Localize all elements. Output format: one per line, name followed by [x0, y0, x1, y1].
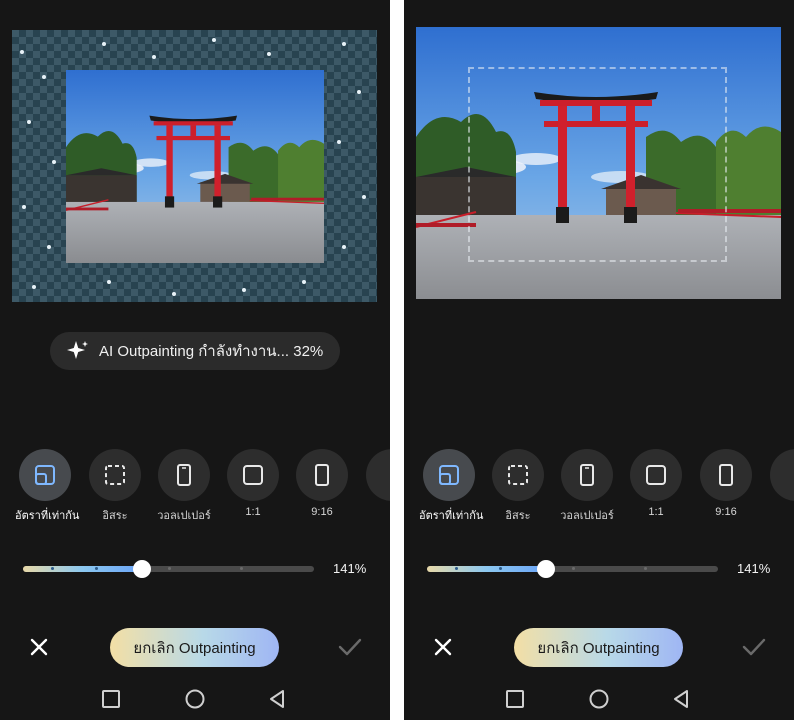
- check-icon[interactable]: [742, 637, 766, 657]
- ratio-option-1-1[interactable]: 1:1: [626, 449, 686, 518]
- ratio-option-9-16[interactable]: 9:16: [292, 449, 352, 518]
- home-circle-icon[interactable]: [184, 688, 206, 710]
- ratio-option-free[interactable]: อิสระ: [85, 449, 145, 524]
- ratio-label: วอลเปเปอร์: [157, 510, 211, 522]
- progress-pill: AI Outpainting กำลังทำงาน... 32%: [50, 332, 340, 370]
- slider-tick: [240, 567, 243, 570]
- ratio-label: 1:1: [245, 506, 261, 518]
- canvas-preview: [12, 30, 377, 302]
- close-icon[interactable]: [28, 636, 50, 658]
- zoom-slider[interactable]: [427, 560, 718, 578]
- outpainting-result-screen: อัตราที่เท่ากัน อิสระ วอลเปเปอร์ 1:1 9:1…: [404, 0, 794, 720]
- ratio-label: อัตราที่เท่ากัน: [419, 510, 484, 522]
- slider-tick: [499, 567, 502, 570]
- ratio-label: 1:1: [648, 506, 664, 518]
- cancel-outpainting-button[interactable]: ยกเลิก Outpainting: [110, 628, 279, 667]
- ratio-label: 9:16: [715, 506, 737, 518]
- slider-fill: [23, 566, 143, 572]
- square-icon: [243, 465, 263, 485]
- same-ratio-icon: [35, 465, 55, 485]
- progress-text: AI Outpainting กำลังทำงาน... 32%: [99, 343, 324, 360]
- ratio-option-wallpaper[interactable]: วอลเปเปอร์: [557, 449, 617, 524]
- cancel-outpainting-button[interactable]: ยกเลิก Outpainting: [514, 628, 683, 667]
- close-icon[interactable]: [432, 636, 454, 658]
- slider-fill: [427, 566, 547, 572]
- phone-wallpaper-icon: [177, 464, 191, 486]
- phone-wallpaper-icon: [580, 464, 594, 486]
- ratio-option-more[interactable]: [770, 449, 794, 501]
- slider-tick: [51, 567, 54, 570]
- ratio-option-same[interactable]: อัตราที่เท่ากัน: [15, 449, 80, 524]
- slider-tick: [644, 567, 647, 570]
- canvas-preview: [416, 27, 781, 299]
- ratio-option-more[interactable]: [366, 449, 390, 501]
- ratio-option-9-16[interactable]: 9:16: [696, 449, 756, 518]
- slider-tick: [572, 567, 575, 570]
- portrait-rect-icon: [719, 464, 733, 486]
- slider-tick: [168, 567, 171, 570]
- back-triangle-icon[interactable]: [670, 688, 692, 710]
- original-frame-guide: [468, 67, 727, 262]
- zoom-slider[interactable]: [23, 560, 314, 578]
- original-photo: [66, 70, 324, 263]
- outpainting-progress-screen: AI Outpainting กำลังทำงาน... 32% อัตราที…: [0, 0, 390, 720]
- recents-square-icon[interactable]: [504, 688, 526, 710]
- square-icon: [646, 465, 666, 485]
- ratio-label: อัตราที่เท่ากัน: [15, 510, 80, 522]
- slider-handle[interactable]: [537, 560, 556, 578]
- ratio-label: 9:16: [311, 506, 333, 518]
- home-circle-icon[interactable]: [588, 688, 610, 710]
- ratio-option-wallpaper[interactable]: วอลเปเปอร์: [154, 449, 214, 524]
- slider-handle[interactable]: [133, 560, 152, 578]
- ratio-option-free[interactable]: อิสระ: [488, 449, 548, 524]
- same-ratio-icon: [439, 465, 459, 485]
- free-crop-icon: [508, 465, 528, 485]
- ratio-option-1-1[interactable]: 1:1: [223, 449, 283, 518]
- check-icon[interactable]: [338, 637, 362, 657]
- free-crop-icon: [105, 465, 125, 485]
- slider-tick: [95, 567, 98, 570]
- ratio-label: อิสระ: [505, 510, 531, 522]
- ratio-label: อิสระ: [102, 510, 128, 522]
- recents-square-icon[interactable]: [100, 688, 122, 710]
- ai-sparkle-icon: [67, 341, 88, 359]
- portrait-rect-icon: [315, 464, 329, 486]
- back-triangle-icon[interactable]: [266, 688, 288, 710]
- zoom-value: 141%: [737, 561, 771, 576]
- ratio-option-same[interactable]: อัตราที่เท่ากัน: [419, 449, 484, 524]
- zoom-value: 141%: [333, 561, 367, 576]
- slider-tick: [455, 567, 458, 570]
- ratio-label: วอลเปเปอร์: [560, 510, 614, 522]
